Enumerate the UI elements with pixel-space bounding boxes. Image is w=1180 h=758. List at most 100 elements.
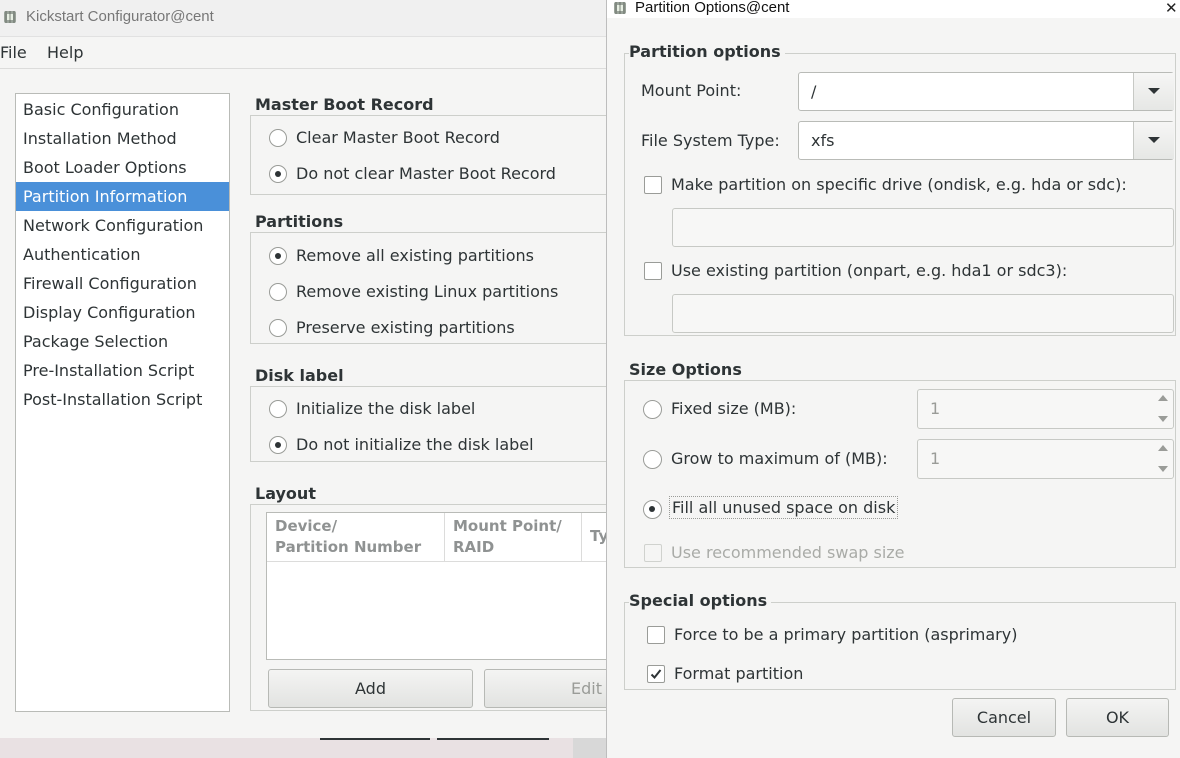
ondisk-label[interactable]: Make partition on specific drive (ondisk… [671, 175, 1127, 194]
spin-up-icon[interactable] [1158, 395, 1168, 401]
ondisk-checkbox[interactable] [644, 176, 662, 194]
fixed-size-spinbutton[interactable]: 1 [917, 389, 1174, 429]
fixed-size-label[interactable]: Fixed size (MB): [671, 399, 796, 418]
mount-point-label: Mount Point: [641, 81, 742, 100]
sidebar-item-installation-method[interactable]: Installation Method [16, 124, 229, 153]
cancel-button-label: Cancel [976, 708, 1032, 727]
mount-point-combo[interactable]: / [798, 72, 1174, 111]
partitions-remove-all-label[interactable]: Remove all existing partitions [296, 246, 534, 265]
sidebar-item-label: Firewall Configuration [23, 274, 197, 293]
swap-size-checkbox [644, 544, 662, 562]
grow-max-label[interactable]: Grow to maximum of (MB): [671, 449, 888, 468]
dialog-titlebar[interactable]: Partition Options@cent ✕ [607, 0, 1180, 18]
sidebar: Basic Configuration Installation Method … [15, 93, 230, 712]
sidebar-item-label: Partition Information [23, 187, 188, 206]
format-partition-checkbox[interactable] [647, 665, 665, 683]
sidebar-item-package-selection[interactable]: Package Selection [16, 327, 229, 356]
sidebar-item-authentication[interactable]: Authentication [16, 240, 229, 269]
disk-label-init-label[interactable]: Initialize the disk label [296, 399, 475, 418]
partitions-remove-all-radio[interactable] [269, 247, 287, 265]
mbr-frame [250, 115, 620, 195]
fs-type-value: xfs [811, 131, 835, 150]
partition-options-title: Partition options [629, 42, 785, 61]
disk-label-init-radio[interactable] [269, 400, 287, 418]
fill-unused-label[interactable]: Fill all unused space on disk [669, 496, 899, 519]
column-header-device[interactable]: Device/ Partition Number [267, 513, 445, 561]
mount-point-dropdown-button[interactable] [1133, 73, 1174, 110]
mount-point-value: / [811, 82, 817, 101]
spin-down-icon[interactable] [1158, 466, 1168, 472]
grow-max-radio[interactable] [643, 450, 662, 469]
ok-button-label: OK [1105, 708, 1130, 727]
asprimary-label[interactable]: Force to be a primary partition (asprima… [674, 625, 1017, 644]
disk-label-title: Disk label [255, 366, 348, 385]
mbr-clear-radio[interactable] [269, 129, 287, 147]
onpart-checkbox[interactable] [644, 262, 662, 280]
special-options-title: Special options [629, 591, 772, 610]
onpart-entry[interactable] [672, 294, 1174, 333]
spin-up-icon[interactable] [1158, 445, 1168, 451]
sidebar-item-basic-configuration[interactable]: Basic Configuration [16, 95, 229, 124]
ok-button[interactable]: OK [1066, 698, 1169, 737]
fs-type-label: File System Type: [641, 131, 780, 150]
partitions-preserve-radio[interactable] [269, 319, 287, 337]
onpart-label[interactable]: Use existing partition (onpart, e.g. hda… [671, 261, 1067, 280]
fill-unused-radio[interactable] [643, 500, 662, 519]
column-header-mount-line1: Mount Point/ [453, 517, 562, 535]
column-header-device-line1: Device/ [275, 517, 338, 535]
sidebar-item-label: Post-Installation Script [23, 390, 203, 409]
sidebar-item-label: Pre-Installation Script [23, 361, 195, 380]
sidebar-item-label: Boot Loader Options [23, 158, 187, 177]
fixed-size-value: 1 [930, 399, 941, 418]
mbr-clear-label[interactable]: Clear Master Boot Record [296, 128, 500, 147]
sidebar-item-label: Authentication [23, 245, 141, 264]
sidebar-item-pre-installation-script[interactable]: Pre-Installation Script [16, 356, 229, 385]
size-options-title: Size Options [629, 360, 746, 379]
disk-label-noinit-radio[interactable] [269, 436, 287, 454]
sidebar-item-network-configuration[interactable]: Network Configuration [16, 211, 229, 240]
fixed-size-radio[interactable] [643, 400, 662, 419]
chevron-down-icon [1148, 88, 1160, 94]
mbr-keep-radio[interactable] [269, 165, 287, 183]
sidebar-item-post-installation-script[interactable]: Post-Installation Script [16, 385, 229, 414]
fs-type-combo[interactable]: xfs [798, 121, 1174, 160]
close-icon[interactable]: ✕ [1165, 0, 1178, 17]
sidebar-item-firewall-configuration[interactable]: Firewall Configuration [16, 269, 229, 298]
dialog-app-icon [612, 0, 628, 16]
grow-max-spinbutton[interactable]: 1 [917, 439, 1174, 479]
format-partition-label[interactable]: Format partition [674, 664, 803, 683]
column-header-device-line2: Partition Number [275, 538, 422, 556]
column-header-mount-point[interactable]: Mount Point/ RAID [445, 513, 582, 561]
main-titlebar[interactable]: Kickstart Configurator@cent [0, 0, 606, 37]
partitions-title: Partitions [255, 212, 348, 231]
sidebar-item-partition-information[interactable]: Partition Information [16, 182, 229, 211]
partitions-preserve-label[interactable]: Preserve existing partitions [296, 318, 515, 337]
layout-table-header: Device/ Partition Number Mount Point/ RA… [267, 513, 617, 562]
checkmark-icon [650, 669, 662, 679]
sidebar-item-display-configuration[interactable]: Display Configuration [16, 298, 229, 327]
edit-button-label: Edit [571, 679, 602, 698]
cancel-button[interactable]: Cancel [952, 698, 1056, 737]
layout-title: Layout [255, 484, 320, 503]
app-icon [2, 9, 18, 25]
fs-type-dropdown-button[interactable] [1133, 122, 1174, 159]
sidebar-item-label: Basic Configuration [23, 100, 179, 119]
spin-down-icon[interactable] [1158, 416, 1168, 422]
dialog-title: Partition Options@cent [635, 0, 790, 16]
add-button[interactable]: Add [268, 669, 473, 708]
main-window: Kickstart Configurator@cent File Help Ba… [0, 0, 689, 738]
partition-options-dialog: Partition Options@cent ✕ Partition optio… [606, 0, 1180, 758]
disk-label-noinit-label[interactable]: Do not initialize the disk label [296, 435, 534, 454]
add-button-label: Add [355, 679, 386, 698]
ondisk-entry[interactable] [672, 208, 1174, 247]
mbr-title: Master Boot Record [255, 95, 438, 114]
asprimary-checkbox[interactable] [647, 626, 665, 644]
sidebar-item-boot-loader-options[interactable]: Boot Loader Options [16, 153, 229, 182]
sidebar-item-label: Package Selection [23, 332, 169, 351]
grow-max-value: 1 [930, 449, 941, 468]
menu-help[interactable]: Help [47, 43, 83, 62]
menu-file[interactable]: File [0, 43, 27, 62]
partitions-remove-linux-radio[interactable] [269, 283, 287, 301]
mbr-keep-label[interactable]: Do not clear Master Boot Record [296, 164, 556, 183]
partitions-remove-linux-label[interactable]: Remove existing Linux partitions [296, 282, 558, 301]
